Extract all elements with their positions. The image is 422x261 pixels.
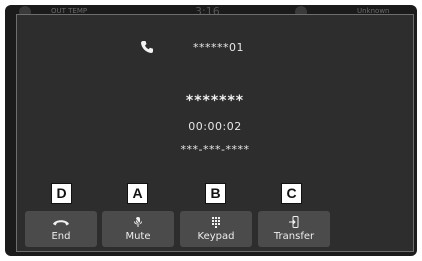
phone-number: ***-***-**** <box>180 143 250 156</box>
call-panel: ******01 ******* 00:00:02 ***-***-**** D… <box>16 14 414 252</box>
transfer-button[interactable]: Transfer <box>258 211 330 247</box>
callout-badge-b: B <box>205 183 226 204</box>
transfer-label: Transfer <box>273 231 315 242</box>
keypad-button[interactable]: Keypad <box>180 211 252 247</box>
call-duration: 00:00:02 <box>188 120 242 133</box>
contact-name: ******* <box>185 93 245 109</box>
microphone-icon <box>134 217 142 227</box>
transfer-icon <box>289 216 299 228</box>
phone-icon <box>141 41 153 53</box>
head-unit-screen: OUT TEMP 3:16 Unknown ******01 ******* 0… <box>5 5 417 256</box>
keypad-icon <box>212 217 220 228</box>
end-call-label: End <box>51 231 71 242</box>
callout-badge-c: C <box>281 183 302 204</box>
keypad-label: Keypad <box>197 231 235 242</box>
end-call-button[interactable]: End <box>25 211 97 247</box>
callout-badge-d: D <box>51 183 72 204</box>
caller-id: ******01 <box>193 41 244 54</box>
mute-label: Mute <box>125 231 151 242</box>
mute-button[interactable]: Mute <box>102 211 174 247</box>
end-call-icon <box>53 220 69 226</box>
callout-badge-a: A <box>127 183 148 204</box>
